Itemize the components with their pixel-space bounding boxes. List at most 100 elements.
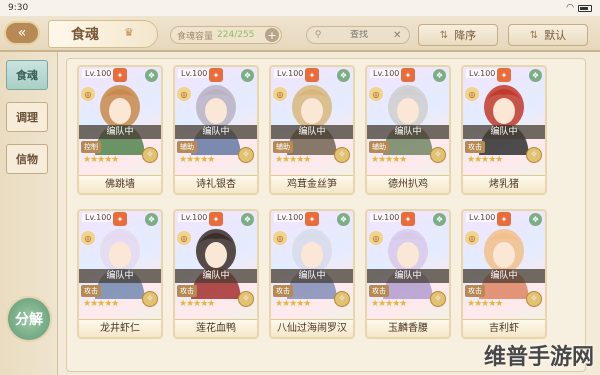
favorite-badge-icon: ✦ <box>209 212 223 226</box>
in-team-status: 编队中 <box>79 125 161 139</box>
card-name: 佛跳墙 <box>79 175 161 193</box>
food-soul-card[interactable]: Lv.100 ✦ ❖ ◎ 编队中 攻击 ★★★★★ ✧ 八仙过海闹罗汉 <box>269 209 355 339</box>
tab-food-souls[interactable]: 食魂 <box>6 60 48 90</box>
star-rating: ★★★★★ <box>371 155 407 165</box>
page-title: 食魂 <box>48 20 158 48</box>
grade-icon: ✧ <box>526 291 542 307</box>
wifi-icon: ◠ <box>566 3 574 13</box>
skill-icon: ◎ <box>81 87 95 101</box>
favorite-badge-icon: ✦ <box>113 212 127 226</box>
skill-icon: ◎ <box>465 87 479 101</box>
element-icon: ❖ <box>145 213 158 226</box>
skill-icon: ◎ <box>369 231 383 245</box>
skill-icon: ◎ <box>177 231 191 245</box>
element-icon: ❖ <box>145 69 158 82</box>
grade-icon: ✧ <box>334 291 350 307</box>
role-badge: 辅助 <box>177 141 197 153</box>
food-soul-card[interactable]: Lv.100 ✦ ❖ ◎ 编队中 攻击 ★★★★★ ✧ 烤乳猪 <box>461 65 547 195</box>
food-soul-card[interactable]: Lv.100 ✦ ❖ ◎ 编队中 控制 ★★★★★ ✧ 佛跳墙 <box>77 65 163 195</box>
role-badge: 攻击 <box>465 141 485 153</box>
element-icon: ❖ <box>529 213 542 226</box>
skill-icon: ◎ <box>369 87 383 101</box>
decompose-button[interactable]: 分解 <box>6 296 52 342</box>
back-arrow-icon: « <box>17 25 27 41</box>
food-soul-card[interactable]: Lv.100 ✦ ❖ ◎ 编队中 辅助 ★★★★★ ✧ 鸡茸金丝笋 <box>269 65 355 195</box>
card-grid: Lv.100 ✦ ❖ ◎ 编队中 控制 ★★★★★ ✧ 佛跳墙 Lv.100 ✦… <box>66 58 586 372</box>
sort-mode-label: 默认 <box>544 29 567 42</box>
back-button[interactable]: « <box>4 21 40 45</box>
element-icon: ❖ <box>529 69 542 82</box>
grade-icon: ✧ <box>142 291 158 307</box>
card-name: 鸡茸金丝笋 <box>271 175 353 193</box>
element-icon: ❖ <box>241 213 254 226</box>
card-name: 诗礼银杏 <box>175 175 257 193</box>
star-rating: ★★★★★ <box>83 155 119 165</box>
in-team-status: 编队中 <box>271 269 353 283</box>
tab-tokens[interactable]: 信物 <box>6 144 48 174</box>
battery-icon <box>578 4 592 12</box>
sort-arrows-icon: ⇅ <box>529 29 539 41</box>
star-rating: ★★★★★ <box>179 155 215 165</box>
in-team-status: 编队中 <box>463 125 545 139</box>
level-label: Lv.100 <box>370 69 403 78</box>
level-label: Lv.100 <box>466 69 499 78</box>
food-soul-card[interactable]: Lv.100 ✦ ❖ ◎ 编队中 攻击 ★★★★★ ✧ 吉利虾 <box>461 209 547 339</box>
sort-order-button[interactable]: ⇅ 降序 <box>418 24 498 46</box>
capacity-add-button[interactable]: + <box>265 28 279 42</box>
grade-icon: ✧ <box>526 147 542 163</box>
in-team-status: 编队中 <box>175 125 257 139</box>
role-badge: 攻击 <box>273 285 293 297</box>
search-icon: ⚲ <box>314 30 322 40</box>
role-badge: 攻击 <box>177 285 197 297</box>
sort-mode-button[interactable]: ⇅ 默认 <box>508 24 588 46</box>
search-input[interactable] <box>325 30 393 40</box>
in-team-status: 编队中 <box>79 269 161 283</box>
in-team-status: 编队中 <box>367 125 449 139</box>
card-name: 德州扒鸡 <box>367 175 449 193</box>
star-rating: ★★★★★ <box>371 299 407 309</box>
food-soul-card[interactable]: Lv.100 ✦ ❖ ◎ 编队中 辅助 ★★★★★ ✧ 诗礼银杏 <box>173 65 259 195</box>
in-team-status: 编队中 <box>367 269 449 283</box>
skill-icon: ◎ <box>81 231 95 245</box>
favorite-badge-icon: ✦ <box>497 212 511 226</box>
grade-icon: ✧ <box>334 147 350 163</box>
role-badge: 攻击 <box>81 285 101 297</box>
tab-recipes[interactable]: 调理 <box>6 102 48 132</box>
capacity-label: 食魂容量 <box>177 31 214 42</box>
card-name: 八仙过海闹罗汉 <box>271 319 353 337</box>
role-badge: 攻击 <box>465 285 485 297</box>
food-soul-card[interactable]: Lv.100 ✦ ❖ ◎ 编队中 辅助 ★★★★★ ✧ 德州扒鸡 <box>365 65 451 195</box>
grade-icon: ✧ <box>430 291 446 307</box>
level-label: Lv.100 <box>82 213 115 222</box>
level-label: Lv.100 <box>178 69 211 78</box>
level-label: Lv.100 <box>178 213 211 222</box>
card-name: 玉麟香腰 <box>367 319 449 337</box>
favorite-badge-icon: ✦ <box>401 212 415 226</box>
status-time: 9:30 <box>8 3 29 13</box>
favorite-badge-icon: ✦ <box>305 68 319 82</box>
role-badge: 辅助 <box>273 141 293 153</box>
favorite-badge-icon: ✦ <box>497 68 511 82</box>
sort-arrows-icon: ⇅ <box>439 29 449 41</box>
level-label: Lv.100 <box>82 69 115 78</box>
skill-icon: ◎ <box>273 231 287 245</box>
grade-icon: ✧ <box>430 147 446 163</box>
grade-icon: ✧ <box>238 147 254 163</box>
capacity-display: 食魂容量 224/255 + <box>170 26 282 44</box>
role-badge: 控制 <box>81 141 101 153</box>
food-soul-card[interactable]: Lv.100 ✦ ❖ ◎ 编队中 攻击 ★★★★★ ✧ 龙井虾仁 <box>77 209 163 339</box>
search-box: ⚲ ✕ <box>306 26 410 44</box>
top-bar: « 食魂 ♛ 食魂容量 224/255 + ⚲ ✕ ⇅ 降序 ⇅ 默认 <box>0 16 600 52</box>
star-rating: ★★★★★ <box>275 299 311 309</box>
role-badge: 攻击 <box>369 285 389 297</box>
food-soul-card[interactable]: Lv.100 ✦ ❖ ◎ 编队中 攻击 ★★★★★ ✧ 莲花血鸭 <box>173 209 259 339</box>
element-icon: ❖ <box>337 69 350 82</box>
star-rating: ★★★★★ <box>83 299 119 309</box>
skill-icon: ◎ <box>273 87 287 101</box>
food-soul-card[interactable]: Lv.100 ✦ ❖ ◎ 编队中 攻击 ★★★★★ ✧ 玉麟香腰 <box>365 209 451 339</box>
capacity-value: 224/255 <box>217 30 255 40</box>
star-rating: ★★★★★ <box>467 299 503 309</box>
element-icon: ❖ <box>337 213 350 226</box>
element-icon: ❖ <box>433 69 446 82</box>
clear-icon[interactable]: ✕ <box>393 30 401 41</box>
